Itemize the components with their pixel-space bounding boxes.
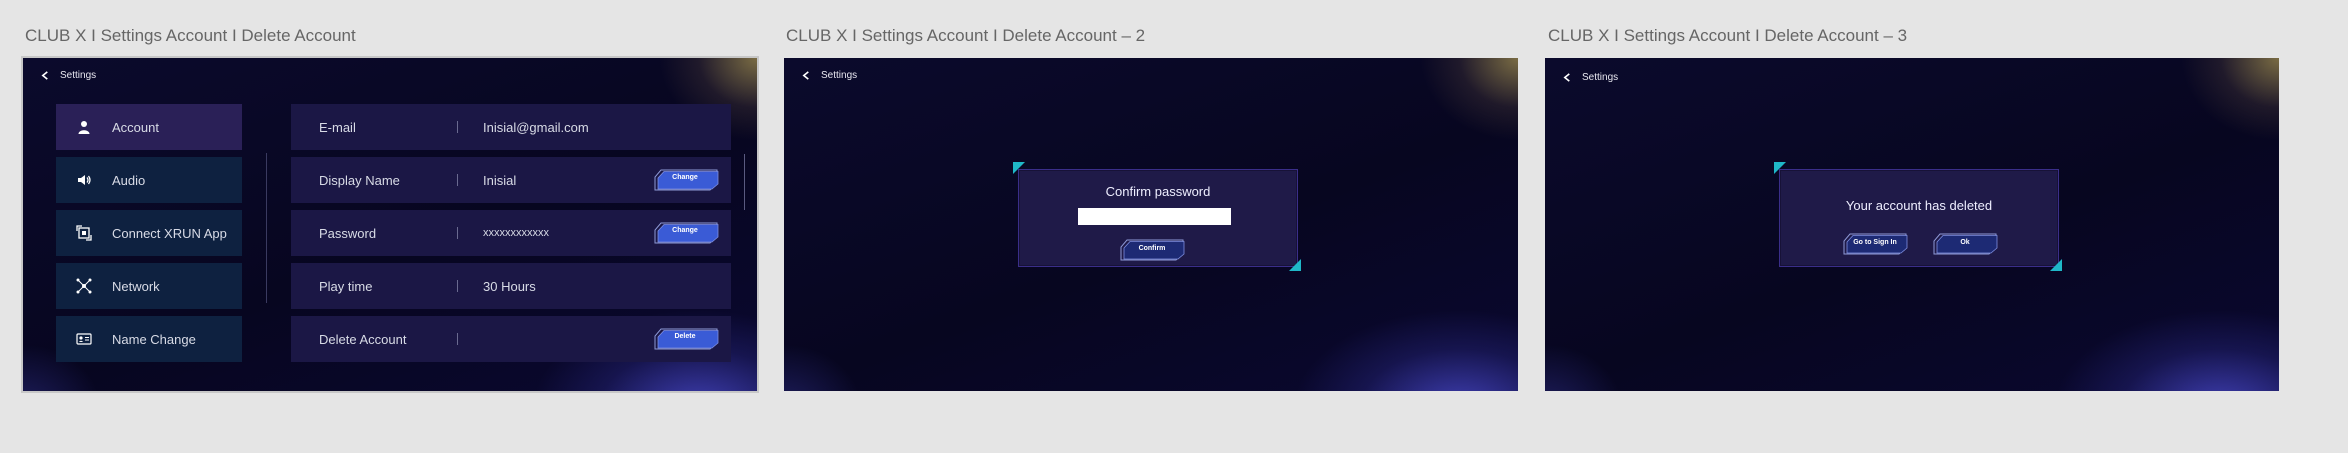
change-display-name-button[interactable]: Change bbox=[653, 169, 719, 191]
network-icon bbox=[56, 278, 112, 294]
dialog-title: Confirm password bbox=[1105, 184, 1211, 199]
row-separator bbox=[457, 174, 458, 186]
account-deleted-screen: Settings Your account has deleted Go to … bbox=[1545, 58, 2279, 391]
back-label: Settings bbox=[821, 70, 858, 81]
button-label: Confirm bbox=[1138, 245, 1166, 252]
id-card-icon bbox=[56, 331, 112, 347]
scrollbar[interactable] bbox=[744, 154, 745, 210]
nav-label: Network bbox=[112, 278, 160, 294]
button-label: Ok bbox=[1960, 239, 1970, 246]
back-label: Settings bbox=[1582, 72, 1619, 83]
corner-accent-icon bbox=[1774, 162, 1786, 174]
frame-title-2: CLUB X I Settings Account I Delete Accou… bbox=[786, 26, 1146, 45]
nav-divider bbox=[266, 153, 267, 303]
frame-title-1: CLUB X I Settings Account I Delete Accou… bbox=[25, 26, 356, 45]
corner-accent-icon bbox=[1289, 259, 1301, 271]
change-password-button[interactable]: Change bbox=[653, 222, 719, 244]
password-value: xxxxxxxxxxxx bbox=[483, 227, 549, 239]
frame-title-3: CLUB X I Settings Account I Delete Accou… bbox=[1548, 26, 1908, 45]
nav-item-account[interactable]: Account bbox=[56, 104, 242, 150]
nav-label: Account bbox=[112, 119, 159, 135]
row-separator bbox=[457, 227, 458, 239]
dialog-title: Your account has deleted bbox=[1845, 198, 1993, 213]
delete-account-button[interactable]: Delete bbox=[653, 328, 719, 350]
play-time-value: 30 Hours bbox=[483, 278, 536, 294]
row-separator bbox=[457, 333, 458, 345]
connect-app-icon bbox=[56, 225, 112, 241]
button-label: Delete bbox=[674, 333, 696, 340]
row-separator bbox=[457, 121, 458, 133]
confirm-password-dialog: Confirm password Confirm bbox=[1018, 169, 1298, 267]
button-label: Change bbox=[672, 227, 698, 234]
row-label: E-mail bbox=[319, 119, 356, 135]
password-input[interactable] bbox=[1078, 208, 1231, 225]
go-to-sign-in-button[interactable]: Go to Sign In bbox=[1842, 233, 1908, 255]
account-row-delete-account: Delete Account Delete bbox=[291, 316, 731, 362]
chevron-left-icon bbox=[41, 71, 48, 80]
back-button[interactable]: Settings bbox=[802, 70, 857, 81]
nav-label: Connect XRUN App bbox=[112, 225, 227, 241]
button-label: Go to Sign In bbox=[1853, 239, 1897, 246]
nav-item-connect-xrun-app[interactable]: Connect XRUN App bbox=[56, 210, 242, 256]
settings-account-screen: Settings Account Audio Connect XRUN App … bbox=[21, 56, 759, 393]
display-name-value: Inisial bbox=[483, 172, 517, 188]
chevron-left-icon bbox=[802, 71, 809, 80]
speaker-icon bbox=[56, 172, 112, 188]
user-icon bbox=[56, 119, 112, 135]
chevron-left-icon bbox=[1563, 73, 1570, 82]
button-label: Change bbox=[672, 174, 698, 181]
nav-item-name-change[interactable]: Name Change bbox=[56, 316, 242, 362]
account-row-password: Password xxxxxxxxxxxx Change bbox=[291, 210, 731, 256]
account-deleted-dialog: Your account has deleted Go to Sign In O… bbox=[1779, 169, 2059, 267]
row-label: Delete Account bbox=[319, 331, 407, 347]
row-label: Display Name bbox=[319, 172, 400, 188]
back-button[interactable]: Settings bbox=[41, 70, 96, 81]
ok-button[interactable]: Ok bbox=[1932, 233, 1998, 255]
back-button[interactable]: Settings bbox=[1563, 72, 1618, 83]
row-separator bbox=[457, 280, 458, 292]
confirm-password-screen: Settings Confirm password Confirm bbox=[784, 58, 1518, 391]
corner-accent-icon bbox=[1013, 162, 1025, 174]
email-value: Inisial@gmail.com bbox=[483, 119, 589, 135]
confirm-button[interactable]: Confirm bbox=[1119, 239, 1185, 261]
corner-accent-icon bbox=[2050, 259, 2062, 271]
account-row-play-time: Play time 30 Hours bbox=[291, 263, 731, 309]
account-row-email: E-mail Inisial@gmail.com bbox=[291, 104, 731, 150]
nav-label: Name Change bbox=[112, 331, 196, 347]
nav-item-network[interactable]: Network bbox=[56, 263, 242, 309]
row-label: Password bbox=[319, 225, 377, 241]
nav-item-audio[interactable]: Audio bbox=[56, 157, 242, 203]
nav-label: Audio bbox=[112, 172, 146, 188]
account-row-display-name: Display Name Inisial Change bbox=[291, 157, 731, 203]
row-label: Play time bbox=[319, 278, 373, 294]
back-label: Settings bbox=[60, 70, 97, 81]
